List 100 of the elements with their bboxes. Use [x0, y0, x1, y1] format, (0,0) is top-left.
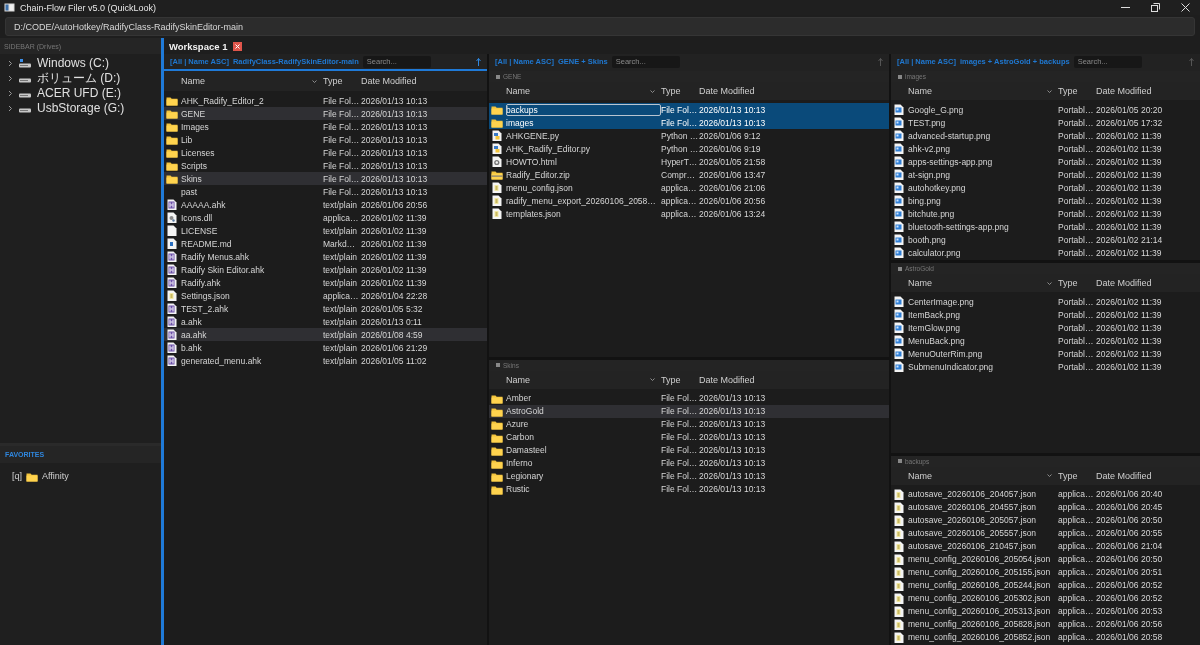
file-row[interactable]: AstroGold File Fol… 2026/01/13 10:13 — [489, 404, 889, 418]
file-row[interactable]: backups File Fol… 2026/01/13 10:13 — [489, 103, 889, 116]
column-header[interactable]: Date Modified — [1096, 86, 1186, 96]
file-row[interactable]: Licenses File Fol… 2026/01/13 10:13 — [164, 146, 487, 159]
file-row[interactable]: TEST_2.ahk text/plain 2026/01/05 5:32 — [164, 302, 487, 315]
file-row[interactable]: SubmenuIndicator.png Portabl… 2026/01/02 11:39 — [891, 360, 1200, 374]
file-row[interactable]: MenuBack.png Portabl… 2026/01/02 11:39 — [891, 334, 1200, 348]
drive-item[interactable]: UsbStorage (G:) — [0, 101, 161, 116]
file-row[interactable]: menu_config_20260106_205313.json applica… 2026/01/06 20:53 — [891, 604, 1200, 618]
expand-caret-icon[interactable] — [8, 60, 13, 67]
file-row[interactable]: ItemBack.png Portabl… 2026/01/02 11:39 — [891, 308, 1200, 322]
file-row[interactable]: apps-settings-app.png Portabl… 2026/01/02 11:39 — [891, 155, 1200, 168]
column-header[interactable]: Type — [661, 374, 699, 385]
file-row[interactable]: Damasteel File Fol… 2026/01/13 10:13 — [489, 443, 889, 457]
file-row[interactable]: Skins File Fol… 2026/01/13 10:13 — [164, 172, 487, 185]
file-row[interactable]: Google_G.png Portabl… 2026/01/05 20:20 — [891, 103, 1200, 116]
file-row[interactable]: Radify_Editor.zip Compr… 2026/01/06 13:47 — [489, 168, 889, 181]
expand-caret-icon[interactable] — [8, 75, 13, 82]
file-row[interactable]: ItemGlow.png Portabl… 2026/01/02 11:39 — [891, 321, 1200, 335]
file-row[interactable]: ahk-v2.png Portabl… 2026/01/02 11:39 — [891, 142, 1200, 155]
column-header[interactable]: Date Modified — [699, 86, 789, 96]
file-row[interactable]: calculator.png Portabl… 2026/01/02 11:39 — [891, 246, 1200, 259]
file-row[interactable]: GENE File Fol… 2026/01/13 10:13 — [164, 107, 487, 120]
file-name: Rustic — [506, 483, 531, 495]
file-row[interactable]: a.ahk text/plain 2026/01/13 0:11 — [164, 315, 487, 328]
file-row[interactable]: TEST.png Portabl… 2026/01/05 17:32 — [891, 116, 1200, 129]
file-row[interactable]: menu_config_20260106_205155.json applica… 2026/01/06 20:51 — [891, 565, 1200, 579]
file-row[interactable]: Carbon File Fol… 2026/01/13 10:13 — [489, 430, 889, 444]
file-row[interactable]: bing.png Portabl… 2026/01/02 11:39 — [891, 194, 1200, 207]
expand-caret-icon[interactable] — [8, 105, 13, 112]
file-row[interactable]: bitchute.png Portabl… 2026/01/02 11:39 — [891, 207, 1200, 220]
file-row[interactable]: menu_config_20260106_205852.json applica… 2026/01/06 20:58 — [891, 630, 1200, 644]
column-header[interactable]: Name — [506, 374, 661, 385]
column-header[interactable]: Date Modified — [1096, 278, 1186, 289]
column-header[interactable]: Type — [323, 76, 361, 86]
column-header[interactable]: Name — [908, 278, 1058, 289]
column-header[interactable]: Date Modified — [361, 76, 451, 86]
file-row[interactable]: autosave_20260106_210457.json applica… 2026/01/06 21:04 — [891, 539, 1200, 553]
file-row[interactable]: AHK_Radify_Editor_2 File Fol… 2026/01/13 10:13 — [164, 94, 487, 107]
file-row[interactable]: b.ahk text/plain 2026/01/06 21:29 — [164, 341, 487, 354]
column-header[interactable]: Name — [506, 86, 661, 96]
file-row[interactable]: Images File Fol… 2026/01/13 10:13 — [164, 120, 487, 133]
file-row[interactable]: HOWTO.html HyperT… 2026/01/05 21:58 — [489, 155, 889, 168]
file-row[interactable]: images File Fol… 2026/01/13 10:13 — [489, 116, 889, 129]
file-row[interactable]: Icons.dll applica… 2026/01/02 11:39 — [164, 211, 487, 224]
column-header[interactable]: Date Modified — [1096, 470, 1186, 481]
file-row[interactable]: menu_config_20260106_205054.json applica… 2026/01/06 20:50 — [891, 552, 1200, 566]
drive-item[interactable]: ボリューム (D:) — [0, 71, 161, 86]
favorite-item[interactable]: [q] Affinity — [0, 469, 161, 483]
file-row[interactable]: generated_menu.ahk text/plain 2026/01/05 11:02 — [164, 354, 487, 367]
file-row[interactable]: autosave_20260106_204557.json applica… 2026/01/06 20:45 — [891, 500, 1200, 514]
expand-caret-icon[interactable] — [8, 90, 13, 97]
file-row[interactable]: AHK_Radify_Editor.py Python …2026/01/06 9:19 — [489, 142, 889, 155]
file-row[interactable]: AAAAA.ahk text/plain 2026/01/06 20:56 — [164, 198, 487, 211]
drive-item[interactable]: ACER UFD (E:) — [0, 86, 161, 101]
file-row[interactable]: at-sign.png Portabl… 2026/01/02 11:39 — [891, 168, 1200, 181]
column-header[interactable]: Type — [1058, 470, 1096, 481]
file-row[interactable]: README.md Markd… 2026/01/02 11:39 — [164, 237, 487, 250]
column-header[interactable]: Name — [908, 470, 1058, 481]
file-row[interactable]: Radify.ahk text/plain 2026/01/02 11:39 — [164, 276, 487, 289]
file-row[interactable]: Radify Menus.ahk text/plain 2026/01/02 11:39 — [164, 250, 487, 263]
file-row[interactable]: Inferno File Fol… 2026/01/13 10:13 — [489, 456, 889, 470]
file-row[interactable]: autosave_20260106_204057.json applica… 2026/01/06 20:40 — [891, 487, 1200, 501]
file-row[interactable]: Radify Skin Editor.ahk text/plain 2026/01/02 11:39 — [164, 263, 487, 276]
file-row[interactable]: menu_config.json applica… 2026/01/06 21:06 — [489, 181, 889, 194]
address-field[interactable]: D:/CODE/AutoHotkey/RadifyClass-RadifySkinEditor-main — [5, 17, 1195, 36]
file-row[interactable]: LICENSE text/plain 2026/01/02 11:39 — [164, 224, 487, 237]
file-row[interactable]: booth.png Portabl… 2026/01/02 21:14 — [891, 233, 1200, 246]
file-row[interactable]: templates.json applica… 2026/01/06 13:24 — [489, 207, 889, 220]
file-row[interactable]: MenuOuterRim.png Portabl… 2026/01/02 11:39 — [891, 347, 1200, 361]
file-row[interactable]: advanced-startup.png Portabl… 2026/01/02 11:39 — [891, 129, 1200, 142]
file-row[interactable]: Amber File Fol… 2026/01/13 10:13 — [489, 391, 889, 405]
column-header[interactable]: Type — [1058, 278, 1096, 289]
up-arrow-icon[interactable] — [476, 57, 481, 66]
file-row[interactable]: AHKGENE.py Python …2026/01/06 9:12 — [489, 129, 889, 142]
file-row[interactable]: aa.ahk text/plain 2026/01/08 4:59 — [164, 328, 487, 341]
file-row[interactable]: menu_config_20260106_205244.json applica… 2026/01/06 20:52 — [891, 578, 1200, 592]
file-row[interactable]: autosave_20260106_205057.json applica… 2026/01/06 20:50 — [891, 513, 1200, 527]
file-row[interactable]: Scripts File Fol… 2026/01/13 10:13 — [164, 159, 487, 172]
file-row[interactable]: autosave_20260106_205557.json applica… 2026/01/06 20:55 — [891, 526, 1200, 540]
file-row[interactable]: Rustic File Fol… 2026/01/13 10:13 — [489, 482, 889, 496]
file-row[interactable]: CenterImage.png Portabl… 2026/01/02 11:39 — [891, 295, 1200, 309]
file-row[interactable]: menu_config_20260106_205302.json applica… 2026/01/06 20:52 — [891, 591, 1200, 605]
file-row[interactable]: past File Fol… 2026/01/13 10:13 — [164, 185, 487, 198]
column-header[interactable]: Date Modified — [699, 374, 789, 385]
file-row[interactable]: radify_menu_export_20260106_2058… applica… 2026/01/06 20:56 — [489, 194, 889, 207]
file-row[interactable]: Settings.json applica… 2026/01/04 22:28 — [164, 289, 487, 302]
column-header[interactable]: Name — [908, 86, 1058, 96]
file-row[interactable]: autohotkey.png Portabl… 2026/01/02 11:39 — [891, 181, 1200, 194]
file-row[interactable]: Lib File Fol… 2026/01/13 10:13 — [164, 133, 487, 146]
date-modified: 2026/01/02 11:39 — [1096, 195, 1163, 206]
file-row[interactable]: Azure File Fol… 2026/01/13 10:13 — [489, 417, 889, 431]
file-row[interactable]: menu_config_20260106_205828.json applica… 2026/01/06 20:56 — [891, 617, 1200, 631]
close-icon[interactable] — [233, 41, 243, 51]
column-header[interactable]: Name — [181, 76, 323, 86]
column-header[interactable]: Type — [661, 86, 699, 96]
file-row[interactable]: bluetooth-settings-app.png Portabl… 2026/01/02 11:39 — [891, 220, 1200, 233]
column-header[interactable]: Type — [1058, 86, 1096, 96]
drive-item[interactable]: Windows (C:) — [0, 56, 161, 71]
file-row[interactable]: Legionary File Fol… 2026/01/13 10:13 — [489, 469, 889, 483]
